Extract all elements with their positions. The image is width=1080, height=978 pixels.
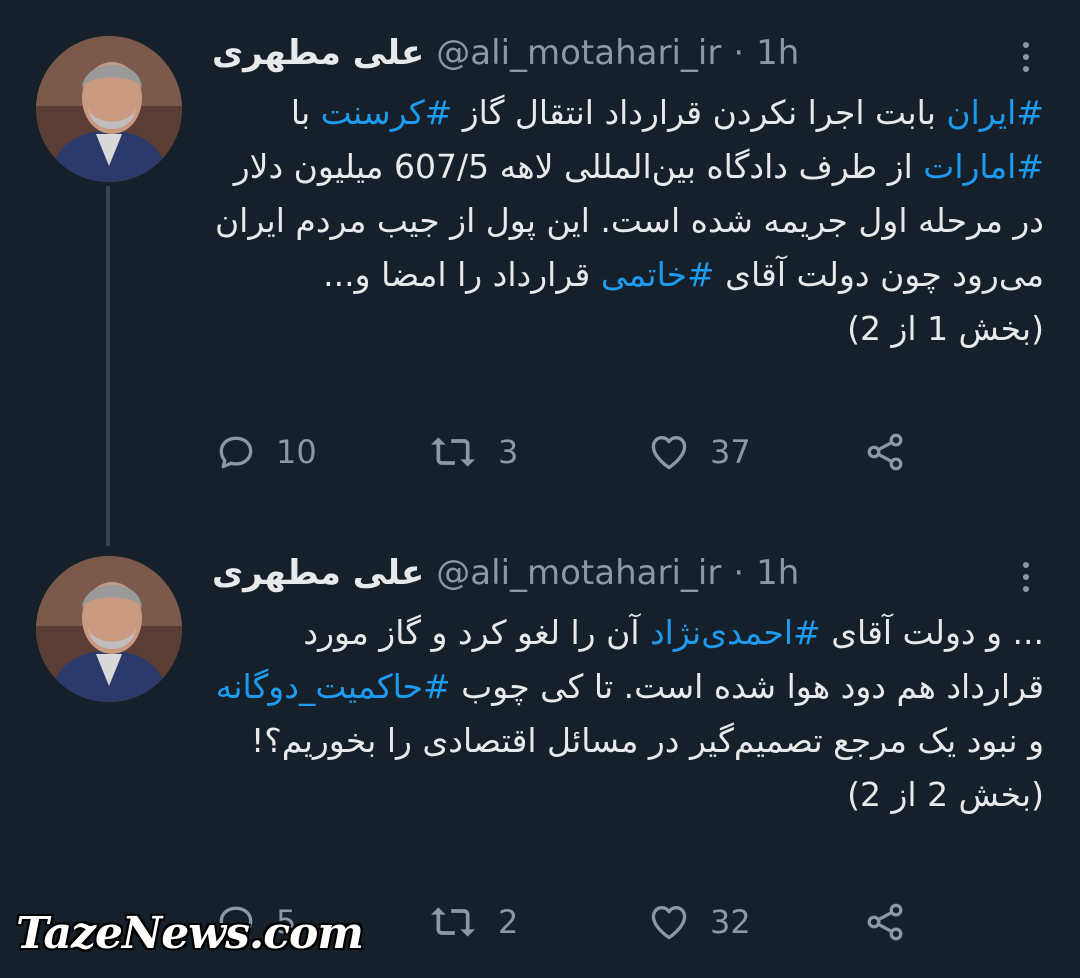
tweet-text: ... و دولت آقای #احمدی‌نژاد آن را لغو کر… bbox=[212, 606, 1044, 822]
like-icon bbox=[651, 906, 687, 940]
like-button[interactable]: 37 bbox=[646, 430, 751, 474]
retweet-count: 3 bbox=[498, 433, 519, 471]
hashtag-link[interactable]: #امارات bbox=[923, 147, 1044, 186]
avatar[interactable] bbox=[36, 36, 182, 182]
hashtag-link[interactable]: #احمدی‌نژاد bbox=[650, 613, 821, 652]
tweet-header: علی مطهری @ali_motahari_ir · 1h bbox=[212, 550, 1010, 596]
like-count: 37 bbox=[710, 433, 751, 471]
tweet-text-segment: ... و دولت آقای bbox=[820, 613, 1044, 652]
hashtag-link[interactable]: #خاتمی bbox=[601, 255, 715, 294]
hashtag-link[interactable]: #ایران bbox=[946, 93, 1044, 132]
retweet-button[interactable]: 3 bbox=[426, 430, 518, 474]
tweet-text-segment: بابت اجرا نکردن قرارداد انتقال گاز bbox=[452, 93, 947, 132]
tweet-actions: 10 3 37 bbox=[0, 430, 1080, 490]
tweet-text-segment: قرارداد را امضا و... bbox=[323, 255, 601, 294]
share-icon bbox=[867, 903, 903, 941]
share-button[interactable] bbox=[862, 900, 908, 944]
author-name[interactable]: علی مطهری bbox=[212, 553, 424, 593]
thread-part-label: (بخش 1 از 2) bbox=[847, 309, 1044, 348]
share-icon bbox=[867, 433, 903, 471]
tweet-text: #ایران بابت اجرا نکردن قرارداد انتقال گا… bbox=[212, 86, 1044, 356]
more-icon[interactable] bbox=[1014, 550, 1038, 604]
timestamp[interactable]: 1h bbox=[756, 553, 799, 593]
reply-button[interactable]: 10 bbox=[214, 430, 317, 474]
hashtag-link[interactable]: #حاکمیت_دوگانه bbox=[216, 667, 451, 706]
share-button[interactable] bbox=[862, 430, 908, 474]
thread-part-label: (بخش 2 از 2) bbox=[847, 775, 1044, 814]
like-icon bbox=[651, 436, 687, 470]
retweet-icon bbox=[431, 907, 475, 937]
reply-icon bbox=[219, 436, 253, 469]
author-name[interactable]: علی مطهری bbox=[212, 33, 424, 73]
separator: · bbox=[733, 553, 745, 593]
avatar[interactable] bbox=[36, 556, 182, 702]
author-handle[interactable]: @ali_motahari_ir bbox=[436, 33, 721, 73]
retweet-count: 2 bbox=[498, 903, 519, 941]
reply-count: 10 bbox=[276, 433, 317, 471]
author-handle[interactable]: @ali_motahari_ir bbox=[436, 553, 721, 593]
watermark-logo: TazeNews.com bbox=[16, 908, 364, 959]
tweet-text-segment: با bbox=[290, 93, 321, 132]
timestamp[interactable]: 1h bbox=[756, 33, 799, 73]
retweet-icon bbox=[431, 437, 475, 467]
tweet-header: علی مطهری @ali_motahari_ir · 1h bbox=[212, 30, 1010, 76]
tweet-text-segment: و نبود یک مرجع تصمیم‌گیر در مسائل اقتصاد… bbox=[250, 721, 1044, 760]
like-count: 32 bbox=[710, 903, 751, 941]
hashtag-link[interactable]: #کرسنت bbox=[321, 93, 453, 132]
retweet-button[interactable]: 2 bbox=[426, 900, 518, 944]
tweet[interactable]: علی مطهری @ali_motahari_ir · 1h #ایران ب… bbox=[0, 0, 1080, 520]
like-button[interactable]: 32 bbox=[646, 900, 751, 944]
more-icon[interactable] bbox=[1014, 30, 1038, 84]
separator: · bbox=[733, 33, 745, 73]
